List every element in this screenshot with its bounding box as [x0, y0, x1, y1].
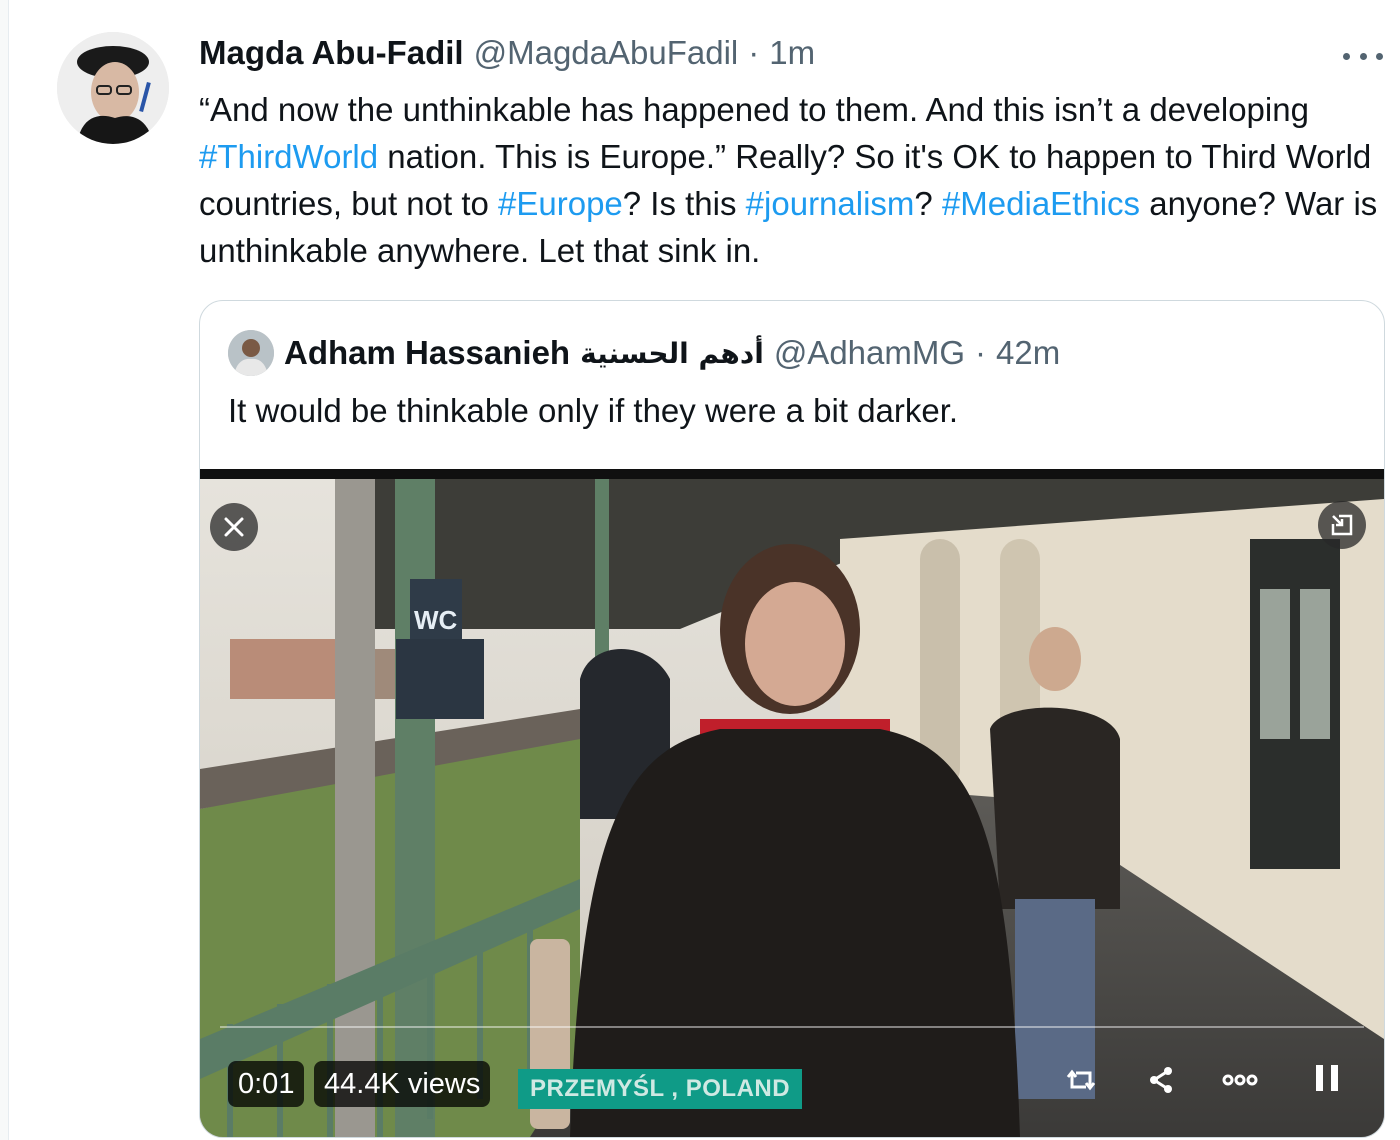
- more-dot: [1376, 52, 1383, 60]
- separator-dot: ·: [975, 334, 987, 371]
- hashtag-europe[interactable]: #Europe: [498, 185, 623, 222]
- pop-out-icon: [1331, 514, 1353, 536]
- pop-out-video-button[interactable]: [1318, 501, 1366, 549]
- author-avatar[interactable]: [57, 32, 169, 144]
- close-video-button[interactable]: [210, 503, 258, 551]
- tweet-text-part: ? Is this: [622, 185, 746, 222]
- quoted-tweet-text: It would be thinkable only if they were …: [228, 392, 959, 429]
- elapsed-time: 0:01: [238, 1067, 295, 1100]
- author-handle[interactable]: @MagdaAbuFadil: [474, 34, 739, 72]
- location-caption: PRZEMYŚL , POLAND: [518, 1069, 803, 1109]
- timestamp[interactable]: 1m: [769, 34, 815, 72]
- quoted-author-avatar[interactable]: [228, 330, 274, 376]
- elapsed-time-badge: 0:01: [228, 1061, 305, 1107]
- quoted-author-name-arabic[interactable]: أدهم الحسنية: [580, 337, 764, 370]
- tweet-text-part: “And now the unthinkable has happened to…: [199, 91, 1309, 128]
- tweet-card[interactable]: Magda Abu-Fadil @MagdaAbuFadil · 1m “And…: [8, 0, 1400, 1140]
- view-count: 44.4K views: [324, 1067, 481, 1100]
- share-icon[interactable]: [1144, 1063, 1178, 1097]
- more-video-options-icon[interactable]: [1220, 1067, 1260, 1093]
- quoted-tweet[interactable]: Adham Hassanieh أدهم الحسنية @AdhamMG · …: [199, 300, 1385, 1138]
- wc-sign-text: WC: [414, 605, 458, 635]
- pause-icon[interactable]: [1312, 1061, 1342, 1095]
- retweet-icon[interactable]: [1064, 1063, 1098, 1097]
- hashtag-mediaethics[interactable]: #MediaEthics: [942, 185, 1140, 222]
- more-dot: [1359, 52, 1367, 60]
- hashtag-journalism[interactable]: #journalism: [746, 185, 915, 222]
- quoted-tweet-header: Adham Hassanieh أدهم الحسنية @AdhamMG · …: [228, 329, 1060, 377]
- hashtag-thirdworld[interactable]: #ThirdWorld: [199, 138, 378, 175]
- tweet-header: Magda Abu-Fadil @MagdaAbuFadil · 1m: [199, 34, 815, 78]
- author-name[interactable]: Magda Abu-Fadil: [199, 34, 464, 72]
- quoted-timestamp[interactable]: 42m: [996, 334, 1060, 372]
- tweet-text: “And now the unthinkable has happened to…: [199, 86, 1379, 274]
- more-options-icon[interactable]: [1343, 44, 1383, 68]
- close-icon: [224, 517, 244, 537]
- view-count-badge: 44.4K views: [314, 1061, 491, 1107]
- quoted-author-name[interactable]: Adham Hassanieh: [284, 334, 570, 372]
- more-dot: [1343, 52, 1350, 60]
- video-frame: WC: [200, 479, 1384, 1137]
- separator-dot: ·: [748, 34, 760, 71]
- tweet-text-part: ?: [914, 185, 942, 222]
- video-player[interactable]: WC 0:01 44.4K views PRZEMYŚL , POLAND: [200, 469, 1384, 1137]
- author-avatar-image: [57, 32, 169, 144]
- quoted-author-avatar-image: [228, 330, 274, 376]
- quoted-author-handle[interactable]: @AdhamMG: [774, 334, 965, 372]
